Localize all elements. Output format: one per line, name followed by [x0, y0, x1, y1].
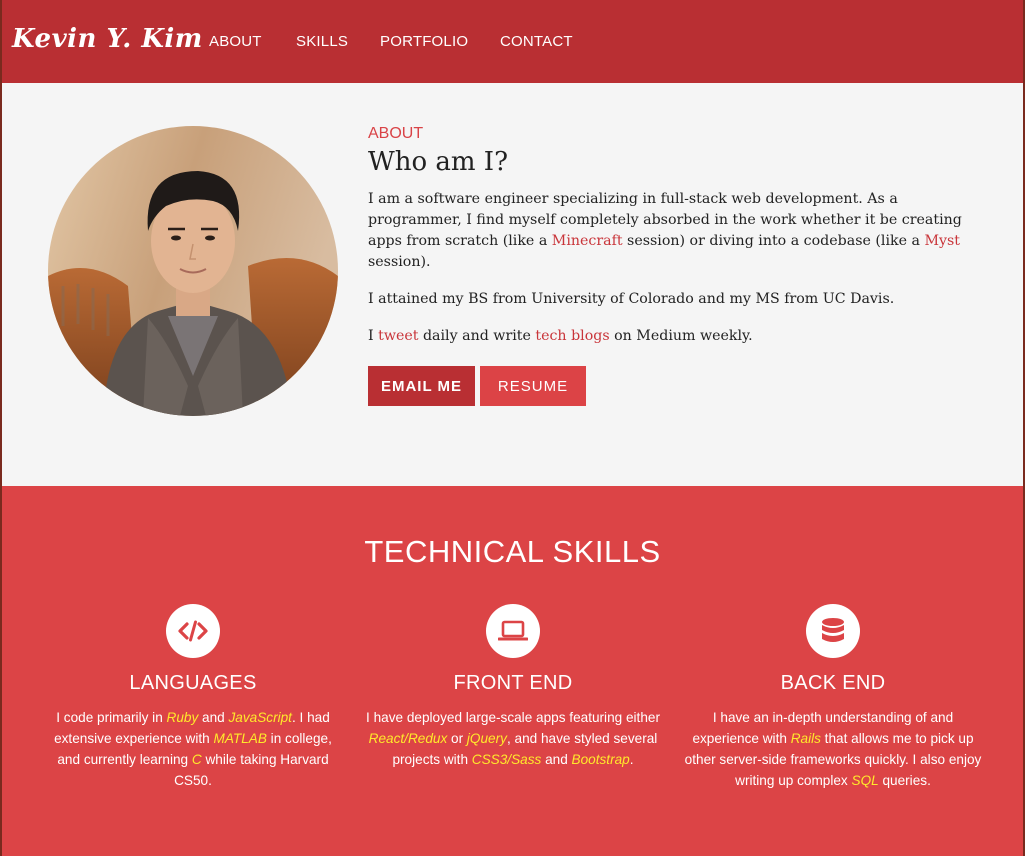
skill-bootstrap: Bootstrap: [571, 752, 630, 767]
navbar: Kevin Y. Kim ABOUT SKILLS PORTFOLIO CONT…: [2, 0, 1023, 83]
skill-javascript: JavaScript: [228, 710, 292, 725]
skills-section: TECHNICAL SKILLS LANGUAGES I code primar…: [2, 486, 1023, 856]
about-paragraph-3: I tweet daily and write tech blogs on Me…: [368, 326, 963, 347]
myst-link[interactable]: Myst: [924, 233, 960, 249]
skills-title: TECHNICAL SKILLS: [364, 534, 661, 569]
about-text: I am a software engineer specializing in…: [368, 189, 963, 363]
nav-skills[interactable]: SKILLS: [296, 33, 348, 50]
skill-sql: SQL: [851, 773, 879, 788]
languages-text: I code primarily in Ruby and JavaScript.…: [43, 707, 343, 791]
backend-text: I have an in-depth understanding of and …: [683, 707, 983, 791]
skill-column-backend: BACK END I have an in-depth understandin…: [683, 604, 983, 791]
nav-portfolio[interactable]: PORTFOLIO: [380, 33, 468, 50]
text: I have deployed large-scale apps featuri…: [366, 710, 660, 725]
portrait-illustration: [48, 126, 338, 416]
text: I: [368, 328, 379, 344]
brand-logo[interactable]: Kevin Y. Kim: [12, 24, 203, 54]
skill-c: C: [191, 752, 202, 767]
text: session) or diving into a codebase (like…: [622, 233, 925, 249]
text: daily and write: [418, 328, 536, 344]
about-paragraph-1: I am a software engineer specializing in…: [368, 189, 963, 273]
frontend-title: FRONT END: [453, 672, 573, 694]
about-section: ABOUT Who am I? I am a software engineer…: [2, 83, 1023, 486]
skill-rails: Rails: [790, 731, 821, 746]
skill-ruby: Ruby: [166, 710, 199, 725]
skill-column-frontend: FRONT END I have deployed large-scale ap…: [363, 604, 663, 770]
text: and: [198, 710, 229, 725]
skill-jquery: jQuery: [466, 731, 507, 746]
frontend-text: I have deployed large-scale apps featuri…: [363, 707, 663, 770]
minecraft-link[interactable]: Minecraft: [552, 233, 623, 249]
text: or: [447, 731, 467, 746]
skill-matlab: MATLAB: [213, 731, 267, 746]
text: on Medium weekly.: [609, 328, 753, 344]
text: queries.: [878, 773, 931, 788]
about-paragraph-2: I attained my BS from University of Colo…: [368, 291, 895, 307]
tweet-link[interactable]: tweet: [378, 328, 418, 344]
skill-column-languages: LANGUAGES I code primarily in Ruby and J…: [43, 604, 343, 791]
text: session).: [368, 254, 431, 270]
skill-css3-sass: CSS3/Sass: [471, 752, 542, 767]
about-eyebrow: ABOUT: [368, 125, 424, 142]
email-me-button[interactable]: EMAIL ME: [368, 366, 475, 406]
code-icon: [166, 604, 220, 658]
text: I code primarily in: [56, 710, 167, 725]
languages-title: LANGUAGES: [129, 672, 257, 694]
skill-react-redux: React/Redux: [368, 731, 448, 746]
database-icon: [806, 604, 860, 658]
text: and: [541, 752, 572, 767]
laptop-icon: [486, 604, 540, 658]
backend-title: BACK END: [780, 672, 886, 694]
nav-contact[interactable]: CONTACT: [500, 33, 573, 50]
nav-about[interactable]: ABOUT: [209, 33, 262, 50]
resume-button[interactable]: RESUME: [480, 366, 586, 406]
text: .: [629, 752, 634, 767]
about-title: Who am I?: [368, 147, 509, 177]
tech-blogs-link[interactable]: tech blogs: [535, 328, 609, 344]
page: Kevin Y. Kim ABOUT SKILLS PORTFOLIO CONT…: [2, 0, 1023, 856]
profile-photo: [48, 126, 338, 416]
